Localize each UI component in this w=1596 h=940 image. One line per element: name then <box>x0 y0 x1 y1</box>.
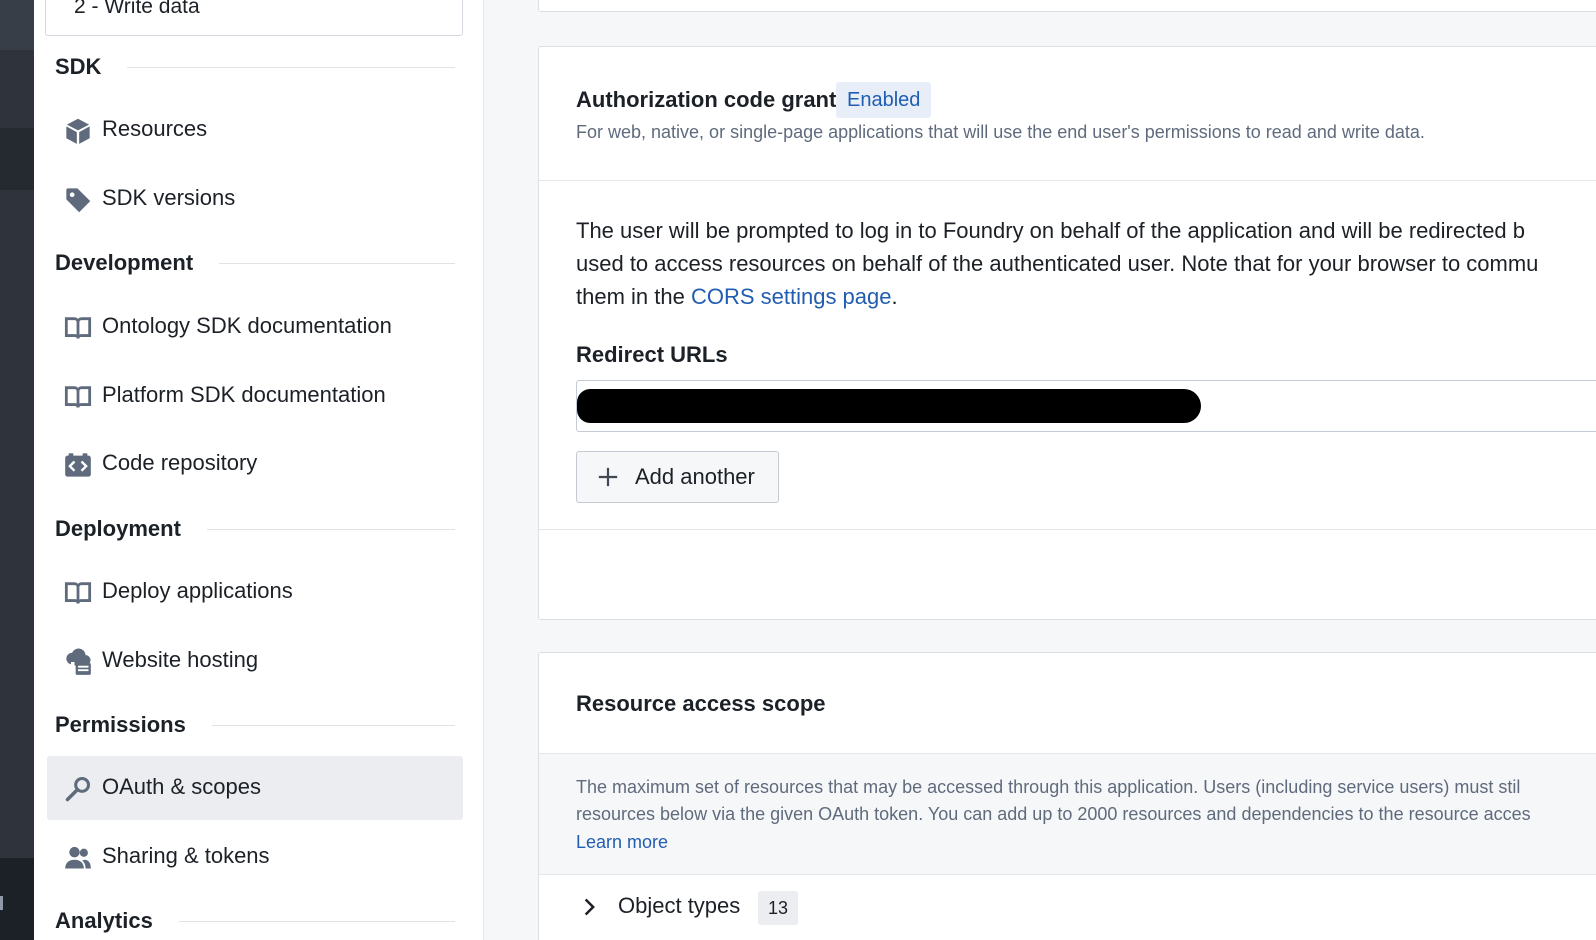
chevron-right-icon[interactable] <box>579 897 599 917</box>
rail-segment-active[interactable] <box>0 128 34 190</box>
object-types-label: Object types <box>618 893 741 918</box>
card-title: Resource access scope <box>576 691 826 716</box>
resource-description: The maximum set of resources that may be… <box>576 774 1596 828</box>
plus-icon <box>597 466 619 488</box>
redirect-urls-label: Redirect URLs <box>576 342 728 367</box>
section-development: Development <box>55 250 455 276</box>
sidebar-item-label: Resources <box>102 116 208 141</box>
sidebar-item-ontology-sdk-docs[interactable]: Ontology SDK documentation <box>47 295 463 359</box>
description-line: resources below via the given OAuth toke… <box>576 804 1531 824</box>
book-icon <box>64 383 92 411</box>
section-analytics: Analytics <box>55 908 455 934</box>
cors-settings-link[interactable]: CORS settings page <box>691 284 892 309</box>
add-another-button[interactable]: Add another <box>576 451 779 503</box>
section-title: Analytics <box>55 908 179 934</box>
add-another-label: Add another <box>635 464 755 489</box>
sidebar-item-label: SDK versions <box>102 185 236 210</box>
cube-icon <box>64 117 92 145</box>
sidebar-item-label: Code repository <box>102 450 258 475</box>
resource-access-scope-card: Resource access scope The maximum set of… <box>538 652 1596 940</box>
sidebar-item-sdk-versions[interactable]: SDK versions <box>47 167 463 231</box>
sidebar-item-label: Sharing & tokens <box>102 843 270 868</box>
section-title: Permissions <box>55 712 212 738</box>
sidebar-item-label: Platform SDK documentation <box>102 382 386 407</box>
book-icon <box>64 314 92 342</box>
card-subtitle: For web, native, or single-page applicat… <box>576 122 1425 142</box>
resource-description-panel: The maximum set of resources that may be… <box>539 753 1596 875</box>
description-text: them in the <box>576 284 691 309</box>
sidebar-item-code-repository[interactable]: Code repository <box>47 432 463 496</box>
learn-more-link[interactable]: Learn more <box>576 832 668 853</box>
previous-step-label: 2 - Write data <box>74 0 200 18</box>
people-icon <box>64 844 92 872</box>
redacted-value <box>577 389 1201 423</box>
card-title: Authorization code grant <box>576 87 837 112</box>
auth-description: The user will be prompted to log in to F… <box>576 214 1596 313</box>
sidebar-item-label: OAuth & scopes <box>102 774 261 799</box>
previous-card <box>538 0 1596 12</box>
sidebar-item-website-hosting[interactable]: Website hosting <box>47 629 463 693</box>
rail-segment <box>0 858 34 940</box>
section-title: Development <box>55 250 220 276</box>
sidebar: 2 - Write data SDK Resources SDK version… <box>34 0 484 940</box>
rail-indicator <box>0 896 3 910</box>
sidebar-item-label: Ontology SDK documentation <box>102 313 392 338</box>
description-line: used to access resources on behalf of th… <box>576 251 1539 276</box>
cloud-server-icon <box>64 648 92 676</box>
sidebar-item-label: Deploy applications <box>102 578 293 603</box>
authorization-code-grant-card: Authorization code grant Enabled For web… <box>538 46 1596 620</box>
section-title: SDK <box>55 54 128 80</box>
section-permissions: Permissions <box>55 712 455 738</box>
sidebar-item-resources[interactable]: Resources <box>47 98 463 162</box>
card-divider <box>539 529 1596 530</box>
book-icon <box>64 579 92 607</box>
sidebar-item-oauth-scopes[interactable]: OAuth & scopes <box>47 756 463 820</box>
previous-step-card[interactable]: 2 - Write data <box>45 0 463 36</box>
section-sdk: SDK <box>55 54 455 80</box>
rail-segment <box>0 0 34 50</box>
object-types-row[interactable]: Object types 13 <box>539 875 1596 935</box>
app-rail <box>0 0 34 940</box>
sidebar-item-deploy-applications[interactable]: Deploy applications <box>47 560 463 624</box>
section-deployment: Deployment <box>55 516 455 542</box>
code-repository-icon <box>64 451 92 479</box>
section-title: Deployment <box>55 516 207 542</box>
description-text: . <box>891 284 898 309</box>
tag-icon <box>64 186 92 214</box>
sidebar-item-platform-sdk-docs[interactable]: Platform SDK documentation <box>47 364 463 428</box>
sidebar-item-sharing-tokens[interactable]: Sharing & tokens <box>47 825 463 889</box>
redirect-url-input[interactable] <box>576 380 1596 432</box>
description-line: them in the CORS settings page. <box>576 280 1596 313</box>
status-badge: Enabled <box>836 82 932 118</box>
description-line: The user will be prompted to log in to F… <box>576 218 1526 243</box>
card-header: Authorization code grant Enabled For web… <box>539 47 1596 181</box>
description-line: The maximum set of resources that may be… <box>576 777 1521 797</box>
count-badge: 13 <box>758 891 799 925</box>
sidebar-item-label: Website hosting <box>102 647 259 672</box>
key-icon <box>64 775 92 803</box>
